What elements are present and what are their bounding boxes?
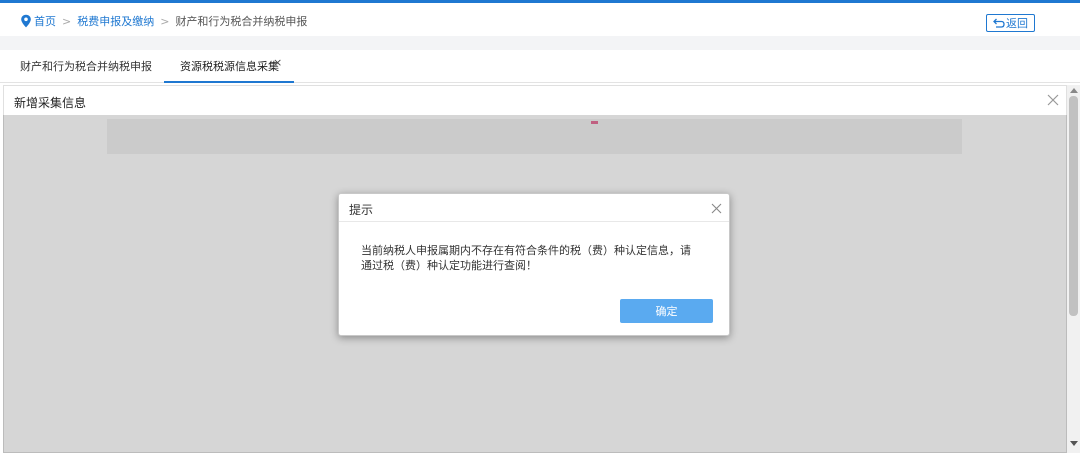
panel-header: 新增采集信息	[4, 86, 1066, 116]
dialog-message-line: 当前纳税人申报属期内不存在有符合条件的税（费）种认定信息，请	[361, 244, 691, 257]
confirm-button[interactable]: 确定	[620, 299, 713, 323]
location-pin-icon	[21, 14, 31, 28]
back-button[interactable]: 返回	[986, 14, 1035, 32]
scroll-down-arrow-icon[interactable]	[1070, 441, 1078, 446]
tab-label: 财产和行为税合并纳税申报	[20, 60, 152, 73]
dialog-header: 提示	[339, 194, 729, 222]
dialog-message: 当前纳税人申报属期内不存在有符合条件的税（费）种认定信息，请 通过税（费）种认定…	[361, 243, 713, 273]
scroll-up-arrow-icon[interactable]	[1070, 88, 1078, 93]
scrollbar-thumb[interactable]	[1069, 96, 1078, 316]
dialog-title: 提示	[349, 203, 374, 217]
breadcrumb: 首页 > 税费申报及缴纳 > 财产和行为税合并纳税申报	[20, 13, 307, 29]
header-gap	[0, 36, 1080, 50]
dialog-message-line: 通过税（费）种认定功能进行查阅！	[361, 259, 537, 272]
tab-property-tax-filing[interactable]: 财产和行为税合并纳税申报	[20, 50, 152, 83]
tab-label: 资源税税源信息采集	[180, 60, 279, 73]
breadcrumb-home-link[interactable]: 首页	[34, 13, 56, 29]
breadcrumb-current: 财产和行为税合并纳税申报	[175, 15, 308, 28]
breadcrumb-separator: >	[62, 14, 72, 28]
alert-dialog: 提示 当前纳税人申报属期内不存在有符合条件的税（费）种认定信息，请 通过税（费）…	[338, 193, 730, 336]
back-button-label: 返回	[1006, 18, 1028, 30]
close-icon[interactable]	[711, 203, 722, 214]
close-icon[interactable]	[1046, 93, 1060, 107]
tab-close-icon[interactable]: ×	[273, 46, 282, 80]
panel-title: 新增采集信息	[14, 96, 87, 110]
top-bar: 首页 > 税费申报及缴纳 > 财产和行为税合并纳税申报 返回	[0, 0, 1080, 36]
breadcrumb-separator: >	[160, 14, 170, 28]
return-arrow-icon	[993, 18, 1005, 28]
breadcrumb-tax-filing-link[interactable]: 税费申报及缴纳	[77, 13, 154, 29]
tab-resource-tax-collection[interactable]: 资源税税源信息采集 ×	[164, 50, 294, 83]
tab-bar: 财产和行为税合并纳税申报 资源税税源信息采集 ×	[0, 50, 1080, 83]
